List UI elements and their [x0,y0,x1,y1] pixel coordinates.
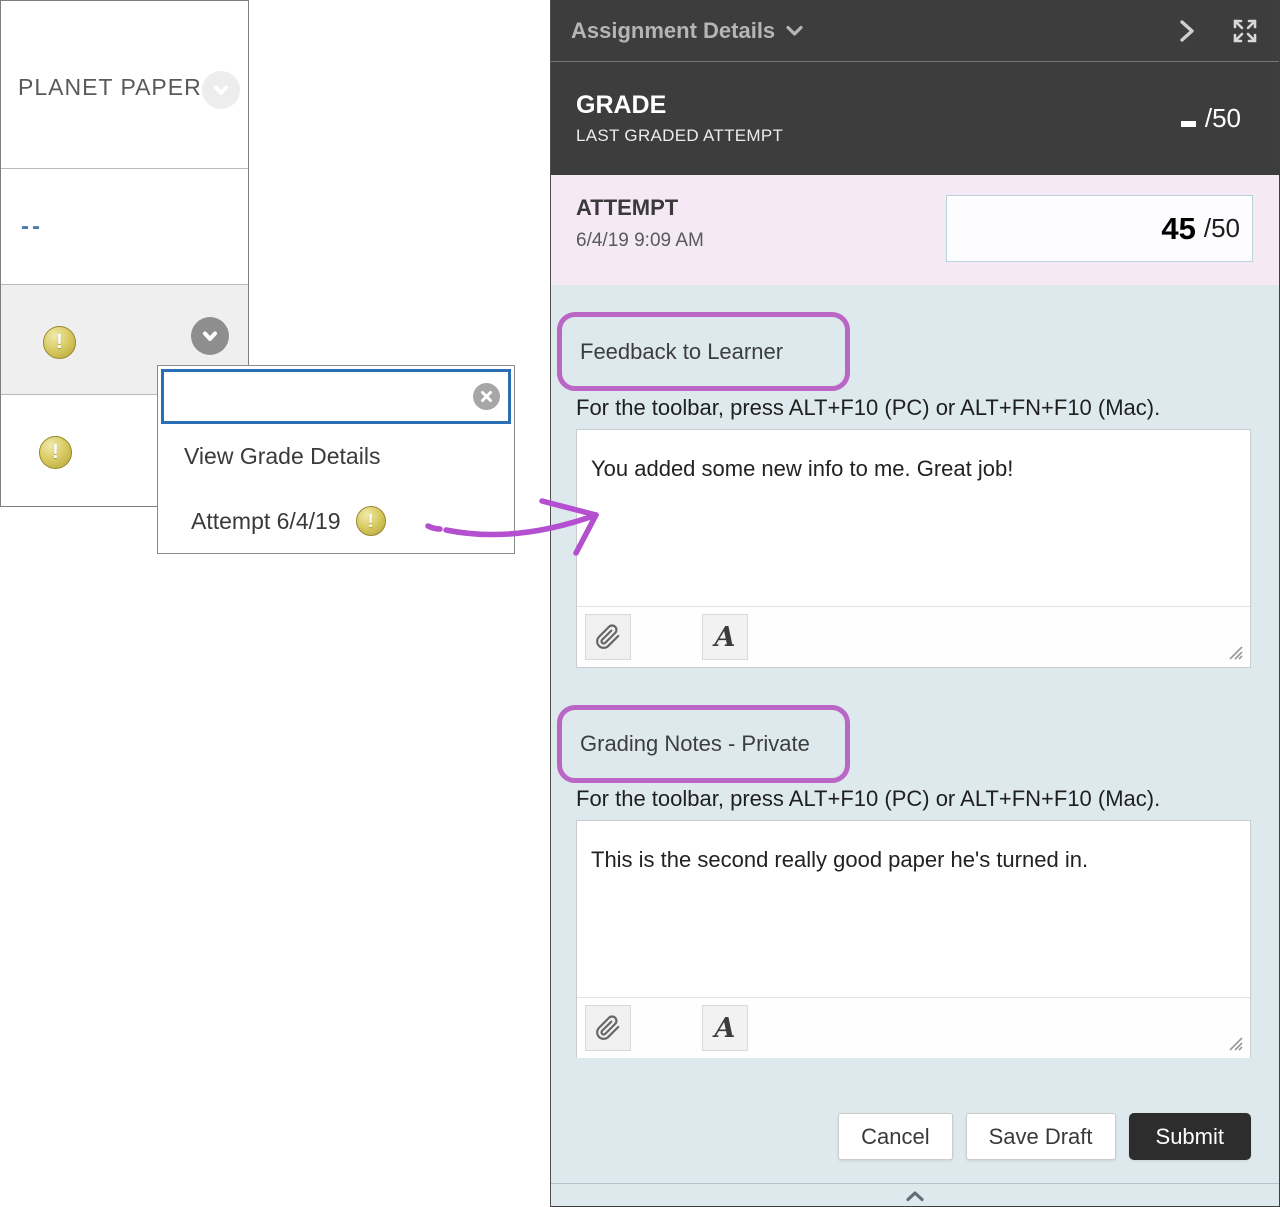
panel-header: Assignment Details [551,0,1279,62]
score-value: 45 [1161,211,1195,247]
score-total: /50 [1204,213,1240,244]
resize-handle[interactable] [1228,645,1244,661]
assignment-details-panel: Assignment Details GRAD [550,0,1280,1207]
grading-notes-label-highlight: Grading Notes - Private [557,705,850,783]
grade-summary-value: /50 [1181,103,1241,134]
resize-handle[interactable] [1228,1036,1244,1052]
panel-title: Assignment Details [571,18,775,44]
panel-footer [551,1183,1279,1207]
menu-item-label: Attempt 6/4/19 [191,508,341,535]
submit-button[interactable]: Submit [1129,1113,1251,1160]
save-draft-button[interactable]: Save Draft [966,1113,1116,1160]
screenshot-root: PLANET PAPER -- ! ! View Grade Details [0,0,1280,1207]
annotation-arrow [420,483,620,575]
grade-input-wrap [161,369,511,424]
feedback-label: Feedback to Learner [580,339,783,365]
grade-label: GRADE [576,91,783,120]
grading-notes-editor-toolbar: A [577,997,1250,1058]
collapse-panel-icon[interactable] [1179,19,1195,43]
chevron-down-icon[interactable] [202,71,240,109]
panel-header-icons [1179,17,1259,45]
toolbar-hint: For the toolbar, press ALT+F10 (PC) or A… [576,786,1160,812]
grade-sublabel: LAST GRADED ATTEMPT [576,126,783,146]
grade-empty-dash [1181,121,1196,127]
feedback-editor-content[interactable]: You added some new info to me. Great job… [577,430,1250,606]
attempt-section: ATTEMPT 6/4/19 9:09 AM 45 /50 [551,175,1279,285]
grading-notes-editor: This is the second really good paper he'… [576,820,1251,1058]
column-header-label: PLANET PAPER [18,74,202,101]
feedback-editor: You added some new info to me. Great job… [576,429,1251,668]
grading-notes-label: Grading Notes - Private [580,731,810,757]
empty-grade-value: -- [21,213,43,241]
chevron-down-icon [786,25,803,37]
menu-item-view-grade-details[interactable]: View Grade Details [158,436,514,476]
paperclip-icon [595,1015,621,1041]
feedback-editor-toolbar: A [577,606,1250,667]
attempt-label: ATTEMPT [576,195,678,221]
needs-grading-icon: ! [43,326,76,359]
text-style-a-icon: A [715,622,736,653]
clear-icon[interactable] [473,383,500,410]
grade-cell-empty[interactable]: -- [1,168,248,284]
text-style-a-icon: A [715,1013,736,1044]
needs-grading-icon: ! [39,436,72,469]
action-button-row: Cancel Save Draft Submit [838,1113,1251,1160]
grade-total: /50 [1205,103,1241,134]
paperclip-icon [595,624,621,650]
grading-notes-editor-content[interactable]: This is the second really good paper he'… [577,821,1250,997]
attach-file-button[interactable] [585,1005,631,1051]
text-style-button[interactable]: A [702,1005,748,1051]
toolbar-hint: For the toolbar, press ALT+F10 (PC) or A… [576,395,1160,421]
chevron-up-icon[interactable] [905,1190,925,1202]
cancel-button[interactable]: Cancel [838,1113,952,1160]
feedback-label-highlight: Feedback to Learner [557,312,850,391]
chevron-down-icon[interactable] [191,317,229,355]
grade-summary-section: GRADE LAST GRADED ATTEMPT /50 [551,62,1279,175]
fullscreen-icon[interactable] [1231,17,1259,45]
grade-input[interactable] [161,369,511,424]
grade-summary-labels: GRADE LAST GRADED ATTEMPT [576,91,783,146]
menu-item-label: View Grade Details [184,443,380,470]
text-style-button[interactable]: A [702,614,748,660]
attempt-timestamp: 6/4/19 9:09 AM [576,230,704,252]
panel-content: Feedback to Learner For the toolbar, pre… [551,285,1279,1183]
score-input[interactable]: 45 /50 [946,195,1253,262]
attach-file-button[interactable] [585,614,631,660]
needs-grading-icon: ! [356,506,386,536]
column-header-cell[interactable]: PLANET PAPER [1,1,248,168]
panel-title-dropdown[interactable]: Assignment Details [571,18,1179,44]
